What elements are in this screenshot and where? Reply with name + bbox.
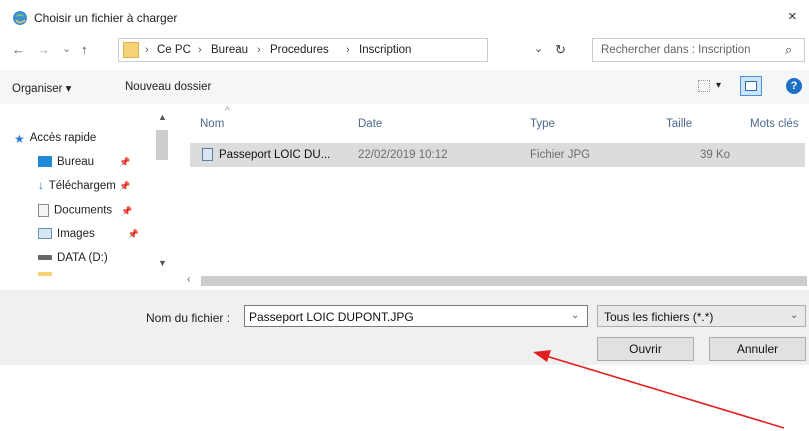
annotation-arrow <box>533 350 785 429</box>
